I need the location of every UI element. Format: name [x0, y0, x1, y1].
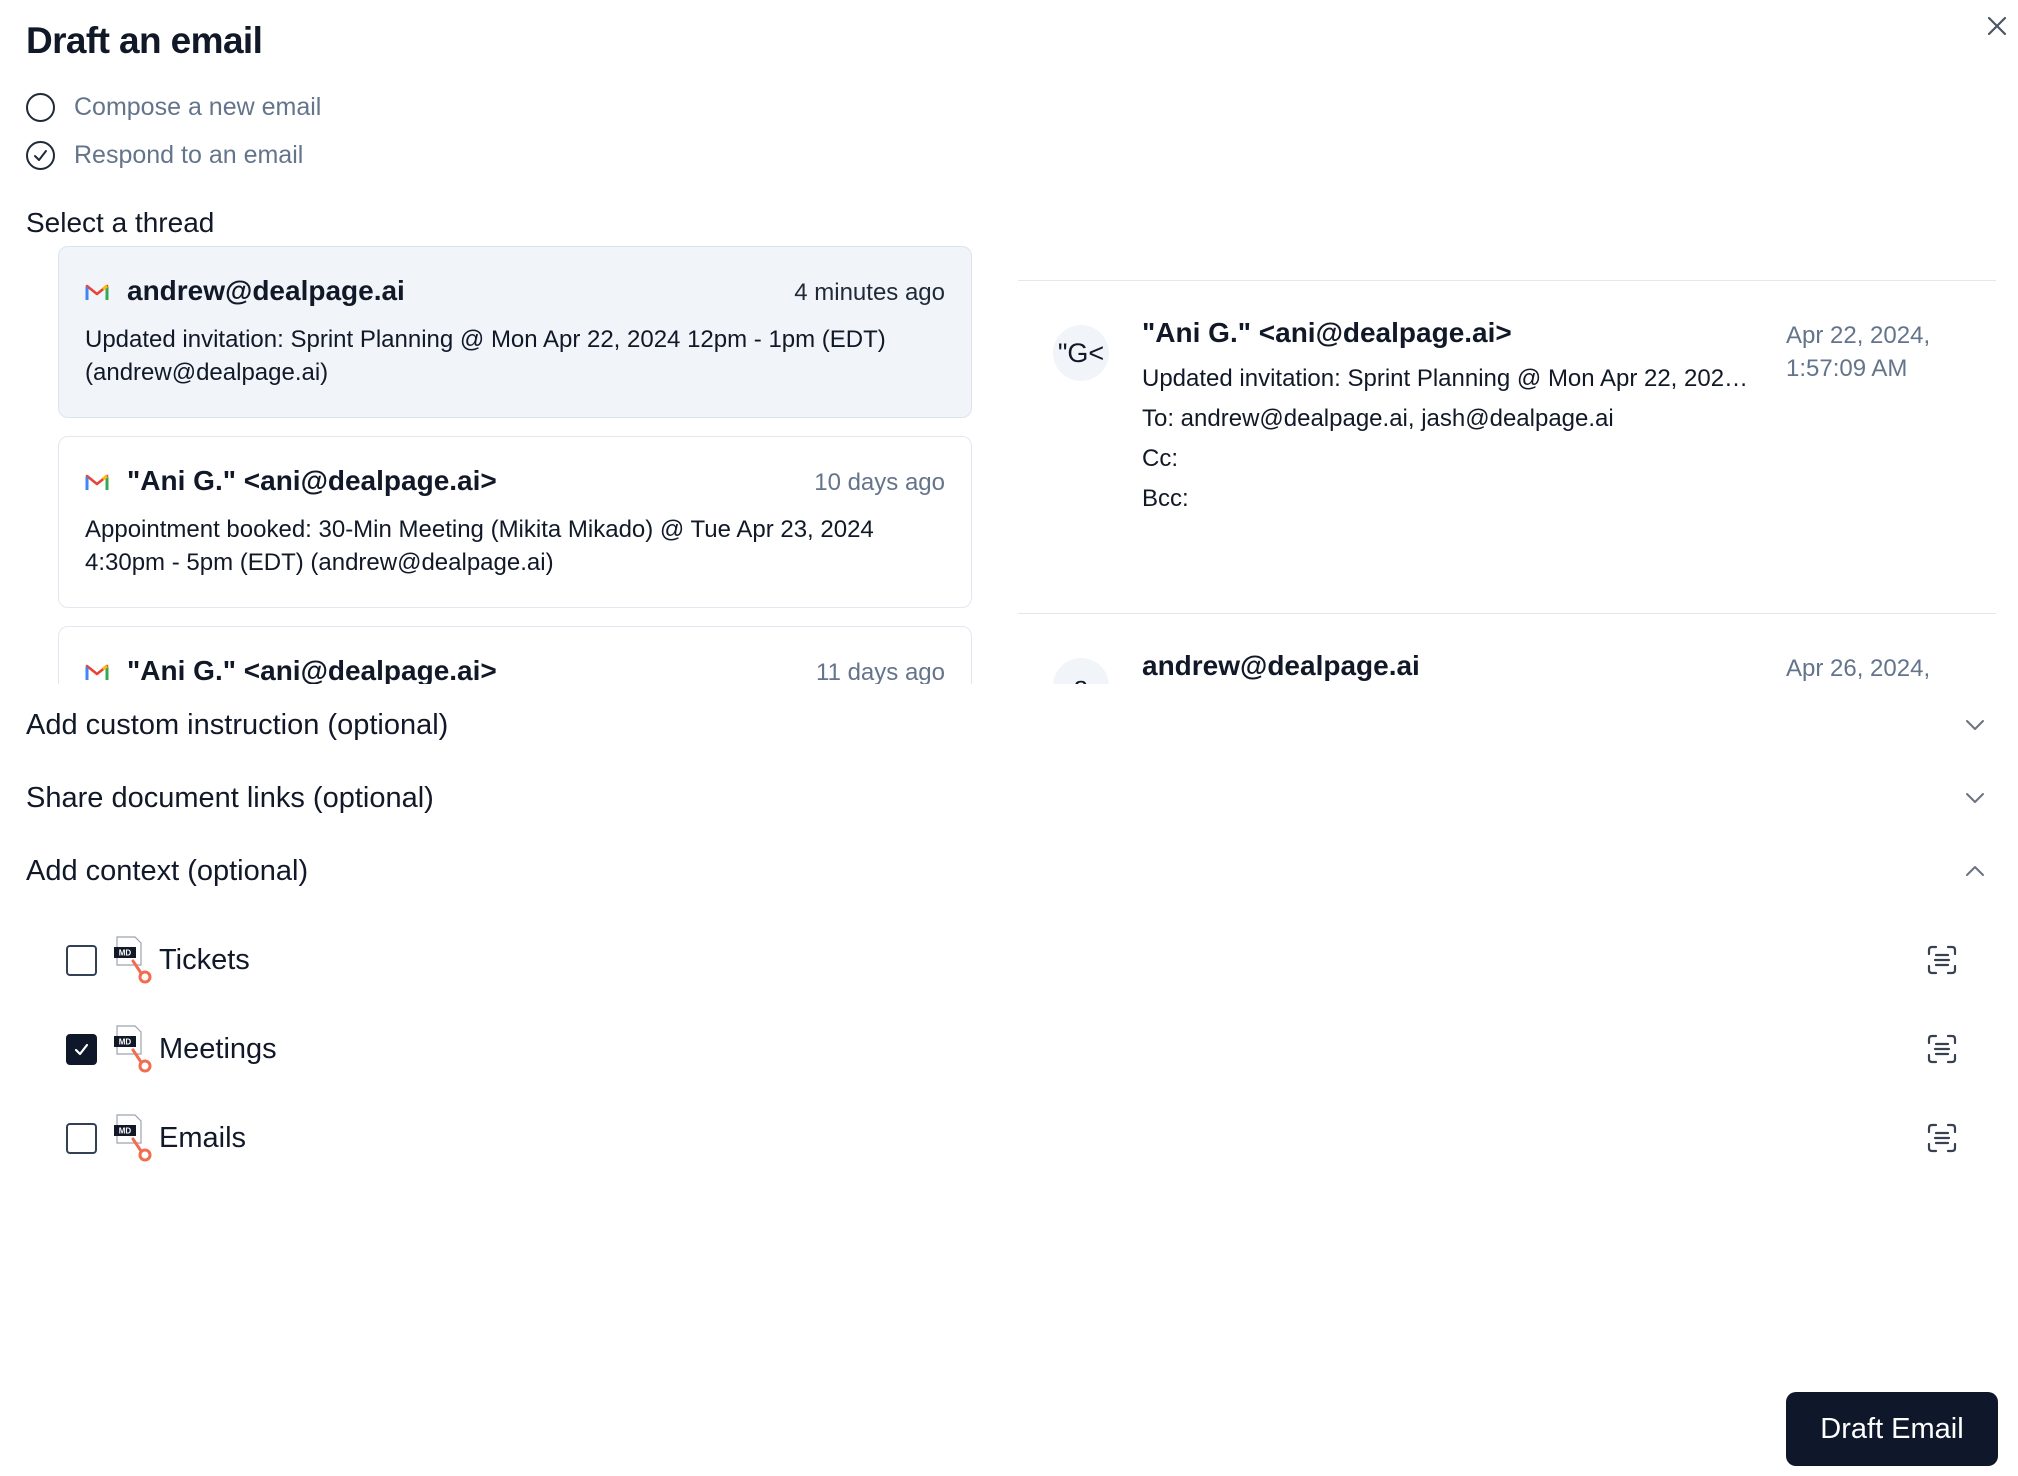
divider	[1018, 280, 1996, 281]
thread-preview[interactable]: "G< "Ani G." <ani@dealpage.ai> Apr 22, 2…	[1018, 280, 1998, 684]
thread-time: 4 minutes ago	[794, 279, 945, 306]
radio-checked-icon[interactable]	[26, 141, 55, 170]
message-to: To: andrew@dealpage.ai, jash@dealpage.ai	[1142, 405, 1614, 432]
draft-email-button[interactable]: Draft Email	[1786, 1392, 1998, 1466]
chevron-down-icon[interactable]	[1962, 785, 1988, 811]
thread-time: 10 days ago	[814, 469, 945, 496]
thread-card[interactable]: "Ani G." <ani@dealpage.ai> 10 days ago A…	[58, 436, 972, 608]
thread-subject: Updated invitation: Sprint Planning @ Mo…	[85, 326, 886, 386]
svg-text:MD: MD	[119, 1127, 132, 1136]
compose-new-email-option[interactable]: Compose a new email	[26, 93, 321, 122]
thread-from: "Ani G." <ani@dealpage.ai>	[127, 655, 497, 684]
respond-to-email-label: Respond to an email	[74, 141, 304, 169]
message-date: Apr 22, 2024, 1:57:09 AM	[1786, 322, 1931, 382]
tickets-label: Tickets	[159, 943, 250, 976]
emails-label: Emails	[159, 1121, 247, 1154]
scan-text-icon[interactable]	[1926, 1122, 1958, 1154]
compose-new-email-label: Compose a new email	[74, 93, 322, 121]
thread-time: 11 days ago	[816, 659, 945, 684]
message-subject: Updated invitation: Sprint Planning @ Mo…	[1142, 365, 1749, 392]
message-from: andrew@dealpage.ai	[1142, 650, 1420, 681]
scan-text-icon[interactable]	[1926, 944, 1958, 976]
chevron-up-icon[interactable]	[1962, 858, 1988, 884]
scan-text-icon[interactable]	[1926, 1033, 1958, 1065]
select-thread-label: Select a thread	[26, 207, 215, 238]
meetings-label: Meetings	[159, 1032, 277, 1065]
svg-text:MD: MD	[119, 1038, 132, 1047]
thread-card[interactable]: andrew@dealpage.ai 4 minutes ago Updated…	[58, 246, 972, 418]
context-item-tickets[interactable]: MD Tickets	[66, 930, 1958, 990]
hubspot-markdown-icon: MD	[114, 1025, 152, 1073]
avatar: a	[1053, 658, 1109, 684]
respond-to-email-option[interactable]: Respond to an email	[26, 141, 303, 170]
gmail-icon	[85, 664, 109, 680]
avatar: "G<	[1053, 325, 1109, 381]
close-icon[interactable]	[1982, 11, 2012, 41]
chevron-down-icon[interactable]	[1962, 712, 1988, 738]
hubspot-markdown-icon: MD	[114, 936, 152, 984]
radio-unchecked-icon[interactable]	[26, 93, 55, 122]
meetings-checkbox[interactable]	[66, 1033, 97, 1065]
document-links-accordion[interactable]: Share document links (optional)	[26, 776, 1992, 820]
gmail-icon	[85, 474, 109, 490]
context-accordion[interactable]: Add context (optional)	[26, 849, 1992, 893]
thread-subject: Appointment booked: 30-Min Meeting (Miki…	[85, 516, 874, 576]
message-from: "Ani G." <ani@dealpage.ai>	[1142, 317, 1512, 348]
thread-card[interactable]: "Ani G." <ani@dealpage.ai> 11 days ago	[58, 626, 972, 684]
message-bcc: Bcc:	[1142, 485, 1189, 512]
custom-instruction-label: Add custom instruction (optional)	[26, 708, 449, 741]
context-item-emails[interactable]: MD Emails	[66, 1108, 1958, 1168]
message-date: Apr 26, 2024,	[1786, 655, 1931, 682]
document-links-label: Share document links (optional)	[26, 781, 434, 814]
divider	[1018, 613, 1996, 614]
context-item-meetings[interactable]: MD Meetings	[66, 1019, 1958, 1079]
check-icon	[74, 1043, 89, 1055]
message-cc: Cc:	[1142, 445, 1178, 472]
tickets-checkbox[interactable]	[66, 944, 97, 976]
gmail-icon	[85, 284, 109, 300]
thread-from: "Ani G." <ani@dealpage.ai>	[127, 465, 497, 496]
svg-text:MD: MD	[119, 949, 132, 958]
custom-instruction-accordion[interactable]: Add custom instruction (optional)	[26, 703, 1992, 747]
hubspot-markdown-icon: MD	[114, 1114, 152, 1162]
dialog-title: Draft an email	[26, 20, 263, 61]
emails-checkbox[interactable]	[66, 1122, 97, 1154]
thread-list[interactable]: andrew@dealpage.ai 4 minutes ago Updated…	[58, 246, 972, 684]
context-label: Add context (optional)	[26, 854, 309, 887]
thread-from: andrew@dealpage.ai	[127, 275, 405, 306]
